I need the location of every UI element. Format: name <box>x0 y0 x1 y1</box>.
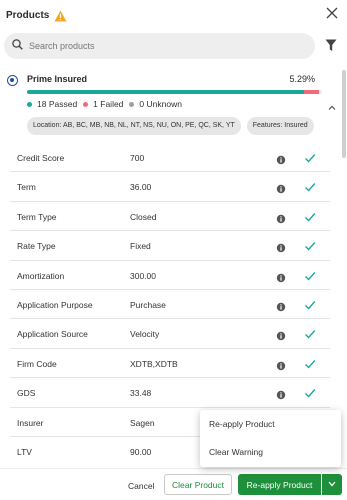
chevron-up-icon[interactable] <box>328 99 336 110</box>
criteria-label: LTV <box>17 446 32 457</box>
criteria-label: Term <box>17 182 36 193</box>
check-icon <box>304 239 316 251</box>
chevron-down-icon <box>328 481 336 487</box>
check-icon <box>304 298 316 310</box>
stat-passed-label: 18 Passed <box>37 99 78 109</box>
criteria-value: Fixed <box>130 241 151 252</box>
criteria-value: Purchase <box>130 299 166 310</box>
criteria-label: Application Purpose <box>17 299 93 310</box>
scrollbar[interactable] <box>342 70 346 158</box>
cancel-button[interactable]: Cancel <box>121 476 161 496</box>
criteria-label: Insurer <box>17 417 44 428</box>
criteria-row: Credit Score 700 <box>10 143 330 173</box>
info-icon[interactable] <box>276 152 286 165</box>
criteria-label: Term Type <box>17 211 57 222</box>
criteria-value: XDTB,XDTB <box>130 358 178 369</box>
criteria-row: Rate Type Fixed <box>10 231 330 261</box>
criteria-row: Application Purpose Purchase <box>10 290 330 320</box>
stat-failed: 1 Failed <box>83 99 123 109</box>
criteria-label: Application Source <box>17 329 88 340</box>
criteria-row: Amortization 300.00 <box>10 261 330 290</box>
check-icon <box>304 180 316 192</box>
check-icon <box>304 357 316 369</box>
check-icon <box>304 327 316 339</box>
stat-failed-label: 1 Failed <box>93 99 124 109</box>
info-icon[interactable] <box>276 328 286 341</box>
info-icon[interactable] <box>276 299 286 312</box>
info-icon[interactable] <box>276 358 286 370</box>
criteria-row: Term Type Closed <box>10 202 330 232</box>
check-icon <box>304 210 316 222</box>
criteria-value: 33.48 <box>130 388 152 399</box>
reapply-menu: Re-apply Product Clear Warning <box>200 410 341 467</box>
dialog-title: Products <box>6 9 50 21</box>
search-box[interactable] <box>4 33 315 59</box>
product-stats: 18 Passed 1 Failed 0 Unknown <box>27 98 188 110</box>
passed-dot <box>27 101 32 107</box>
product-match-percent: 5.29% <box>289 74 315 84</box>
search-icon <box>12 37 23 55</box>
info-icon[interactable] <box>276 181 286 194</box>
criteria-label: Firm Code <box>17 358 57 369</box>
menu-item-clear-warning[interactable]: Clear Warning <box>200 438 341 466</box>
unknown-dot <box>129 101 135 107</box>
info-icon[interactable] <box>276 240 286 253</box>
criteria-row: Term 36.00 <box>10 172 330 202</box>
product-header[interactable]: Prime Insured 5.29% <box>0 65 340 86</box>
search-input[interactable] <box>29 41 289 51</box>
criteria-value: 300.00 <box>130 270 156 281</box>
criteria-value: 36.00 <box>130 182 152 193</box>
location-tag: Location: AB, BC, MB, NB, NL, NT, NS, NU… <box>27 117 241 135</box>
menu-item-reapply-product[interactable]: Re-apply Product <box>200 410 341 438</box>
check-icon <box>304 386 316 398</box>
reapply-product-button[interactable]: Re-apply Product <box>238 474 321 495</box>
criteria-value: 90.00 <box>130 446 152 457</box>
warning-icon <box>54 9 67 22</box>
reapply-dropdown-button[interactable] <box>322 474 342 495</box>
check-icon <box>304 151 316 163</box>
stat-unknown: 0 Unknown <box>129 99 182 109</box>
criteria-row: Application Source Velocity <box>10 319 330 349</box>
progress-bar <box>27 90 322 94</box>
product-radio[interactable] <box>7 75 18 86</box>
criteria-value: 700 <box>130 153 145 163</box>
progress-passed <box>27 90 305 94</box>
info-icon[interactable] <box>276 387 286 400</box>
failed-dot <box>83 101 89 107</box>
criteria-row: GDS 33.48 <box>10 378 330 408</box>
criteria-label: Amortization <box>17 270 65 281</box>
product-tags: Location: AB, BC, MB, NB, NL, NT, NS, NU… <box>27 117 320 135</box>
criteria-value: Velocity <box>130 329 160 340</box>
dialog-header: Products <box>0 0 347 30</box>
criteria-row: Firm Code XDTB,XDTB <box>10 349 330 379</box>
stat-passed: 18 Passed <box>27 99 77 109</box>
criteria-value: Sagen <box>130 417 155 428</box>
features-tag: Features: Insured <box>246 117 314 135</box>
info-icon[interactable] <box>276 270 286 282</box>
check-icon <box>304 269 316 281</box>
progress-failed <box>304 90 320 94</box>
criteria-label: GDS <box>17 388 36 399</box>
criteria-label: Credit Score <box>17 153 65 163</box>
product-panel: Prime Insured 5.29% 18 Passed 1 Failed 0… <box>0 65 347 465</box>
criteria-value: Closed <box>130 211 157 222</box>
filter-icon[interactable] <box>325 39 337 52</box>
info-icon[interactable] <box>276 211 286 223</box>
clear-product-button[interactable]: Clear Product <box>164 474 232 495</box>
criteria-label: Rate Type <box>17 241 56 252</box>
search-row <box>0 33 347 59</box>
product-name: Prime Insured <box>27 74 88 84</box>
stat-unknown-label: 0 Unknown <box>139 99 182 109</box>
dialog-footer: Cancel Clear Product Re-apply Product <box>0 468 347 500</box>
close-icon[interactable] <box>326 6 338 19</box>
